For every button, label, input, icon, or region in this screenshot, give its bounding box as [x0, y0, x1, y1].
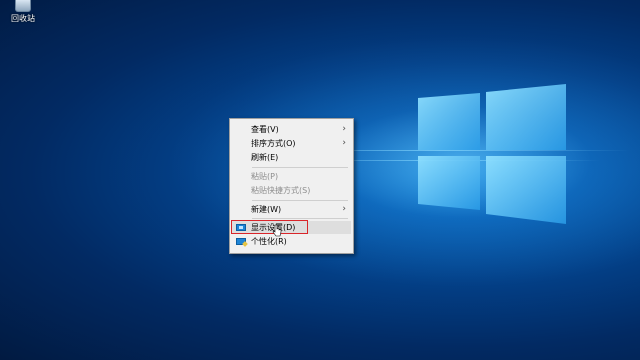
menu-item-label: 排序方式(O) [251, 139, 296, 148]
menu-item-label: 查看(V) [251, 125, 279, 134]
personalize-icon [236, 238, 246, 245]
highlight-annotation-box [231, 220, 308, 234]
recycle-bin[interactable]: 回收站 [6, 0, 40, 30]
recycle-bin-label: 回收站 [11, 14, 35, 23]
logo-pane-bottom-right [486, 156, 566, 224]
menu-separator [252, 218, 348, 219]
menu-item-refresh[interactable]: 刷新(E) [232, 151, 351, 164]
menu-item-personalize[interactable]: 个性化(R) [232, 235, 351, 248]
menu-item-label: 刷新(E) [251, 153, 279, 162]
menu-item-paste[interactable]: 粘贴(P) [232, 170, 351, 183]
logo-pane-top-right [486, 84, 566, 150]
chevron-right-icon: › [342, 124, 346, 134]
chevron-right-icon: › [342, 138, 346, 148]
menu-item-new[interactable]: 新建(W) › [232, 203, 351, 216]
menu-item-label: 粘贴快捷方式(S) [251, 186, 311, 195]
menu-separator [252, 200, 348, 201]
menu-item-label: 新建(W) [251, 205, 282, 214]
menu-item-label: 粘贴(P) [251, 172, 279, 181]
menu-separator [252, 167, 348, 168]
logo-pane-bottom-left [418, 156, 480, 210]
menu-item-view[interactable]: 查看(V) › [232, 123, 351, 136]
recycle-bin-icon [15, 0, 31, 12]
menu-item-paste-shortcut[interactable]: 粘贴快捷方式(S) [232, 184, 351, 197]
chevron-right-icon: › [342, 204, 346, 214]
logo-pane-top-left [418, 93, 480, 150]
menu-item-sort-by[interactable]: 排序方式(O) › [232, 137, 351, 150]
mouse-pointer-icon [272, 224, 282, 237]
